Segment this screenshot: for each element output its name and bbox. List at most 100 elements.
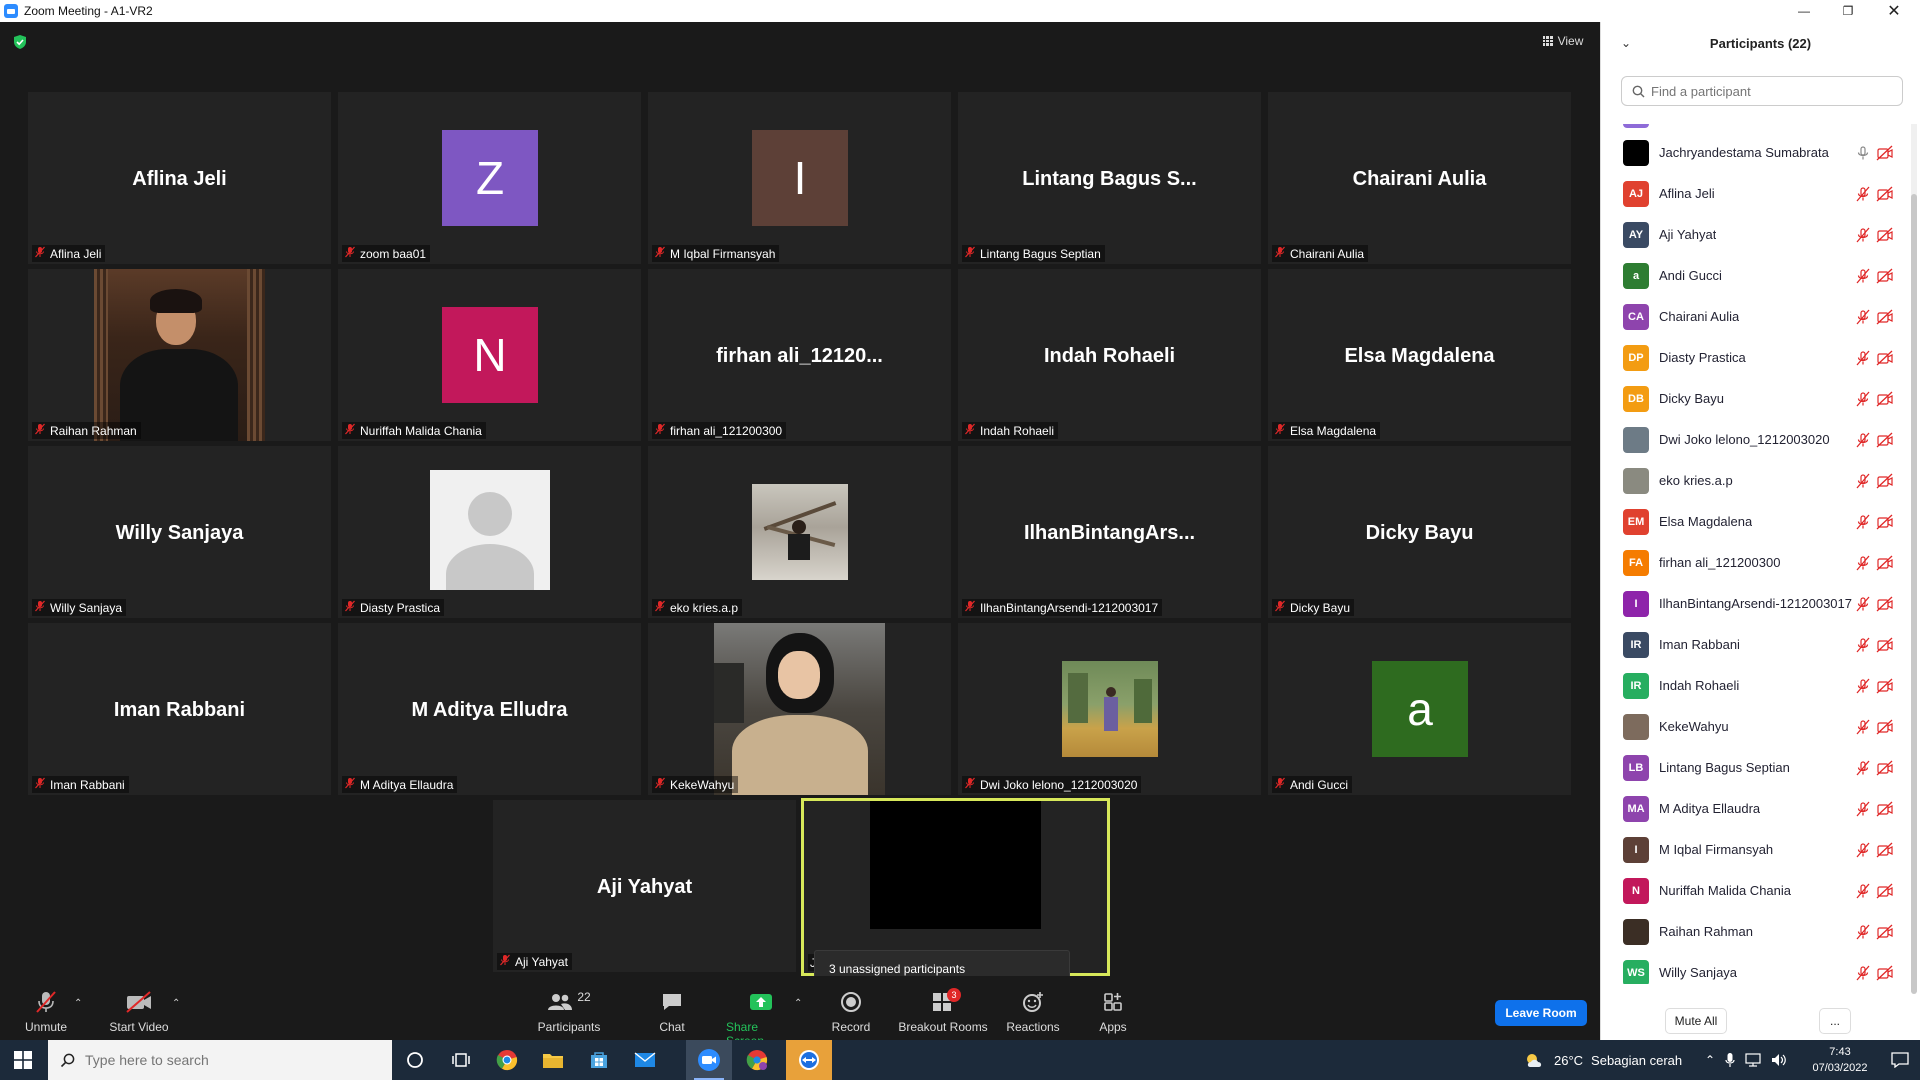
find-participant-field[interactable] [1621,76,1903,106]
audio-options-caret[interactable]: ⌃ [74,998,82,1009]
unmute-button[interactable]: Unmute [20,990,72,1034]
participant-list-scrollbar[interactable] [1911,124,1917,994]
mic-muted-icon[interactable] [1855,473,1871,489]
participant-tile[interactable]: Willy Sanjaya Willy Sanjaya [28,446,331,618]
participant-list-item[interactable]: N Nuriffah Malida Chania [1601,870,1909,911]
participant-list-item[interactable]: eko kries.a.p [1601,460,1909,501]
record-button[interactable]: Record [830,990,872,1034]
taskbar-search-box[interactable] [48,1040,392,1080]
mic-muted-icon[interactable] [1855,432,1871,448]
participant-tile[interactable]: KekeWahyu [648,623,951,795]
participant-list-item[interactable]: DB Dicky Bayu [1601,378,1909,419]
participant-list-item[interactable]: WS Willy Sanjaya [1601,952,1909,984]
video-off-icon[interactable] [1876,186,1894,202]
participant-list-item[interactable]: MA M Aditya Ellaudra [1601,788,1909,829]
video-off-icon[interactable] [1876,350,1894,366]
participant-list-item[interactable]: LB Lintang Bagus Septian [1601,747,1909,788]
participant-tile[interactable]: Elsa Magdalena Elsa Magdalena [1268,269,1571,441]
taskbar-mail[interactable] [622,1040,668,1080]
video-options-caret[interactable]: ⌃ [172,998,180,1009]
participant-list-item[interactable]: IR Iman Rabbani [1601,624,1909,665]
taskbar-store[interactable] [576,1040,622,1080]
participant-tile[interactable]: N Nuriffah Malida Chania [338,269,641,441]
participants-button[interactable]: 22 Participants [536,990,602,1034]
mic-muted-icon[interactable] [1855,719,1871,735]
mute-all-button[interactable]: Mute All [1665,1008,1727,1034]
participant-list-item[interactable]: EM Elsa Magdalena [1601,501,1909,542]
minimize-button[interactable]: — [1782,0,1826,22]
video-off-icon[interactable] [1876,637,1894,653]
mic-muted-icon[interactable] [1855,268,1871,284]
participant-list-item[interactable]: Raihan Rahman [1601,911,1909,952]
more-options-button[interactable]: ... [1819,1008,1851,1034]
video-off-icon[interactable] [1876,268,1894,284]
participant-tile[interactable]: Zzoom baa01 [338,92,641,264]
restore-button[interactable]: ❐ [1826,0,1870,22]
participant-tile[interactable]: eko kries.a.p [648,446,951,618]
video-off-icon[interactable] [1876,924,1894,940]
mic-muted-icon[interactable] [1855,883,1871,899]
leave-room-button[interactable]: Leave Room [1495,1000,1587,1026]
video-off-icon[interactable] [1876,473,1894,489]
start-video-button[interactable]: Start Video [106,990,172,1034]
participant-tile[interactable]: Lintang Bagus S... Lintang Bagus Septian [958,92,1261,264]
video-off-icon[interactable] [1876,883,1894,899]
mic-muted-icon[interactable] [1855,760,1871,776]
participant-list-item[interactable]: KekeWahyu [1601,706,1909,747]
taskbar-search-input[interactable] [85,1052,365,1068]
participant-tile[interactable]: firhan ali_12120... firhan ali_121200300 [648,269,951,441]
video-off-icon[interactable] [1876,842,1894,858]
participant-tile[interactable]: Raihan Rahman [28,269,331,441]
microphone-tray-icon[interactable] [1725,1052,1735,1068]
taskbar-chrome-profile[interactable] [734,1040,780,1080]
taskbar-file-explorer[interactable] [530,1040,576,1080]
mic-muted-icon[interactable] [1855,555,1871,571]
mic-muted-icon[interactable] [1855,514,1871,530]
participant-list-item[interactable]: FA firhan ali_121200300 [1601,542,1909,583]
video-off-icon[interactable] [1876,227,1894,243]
show-hidden-icons-icon[interactable]: ⌃ [1705,1053,1715,1067]
share-options-caret[interactable]: ⌃ [794,998,802,1009]
mic-muted-icon[interactable] [1855,965,1871,981]
participant-tile[interactable]: a Andi Gucci [1268,623,1571,795]
video-off-icon[interactable] [1876,514,1894,530]
video-off-icon[interactable] [1876,719,1894,735]
mic-muted-icon[interactable] [1855,309,1871,325]
mic-on-icon[interactable] [1855,145,1871,161]
participant-tile[interactable]: Indah Rohaeli Indah Rohaeli [958,269,1261,441]
participant-tile[interactable]: Diasty Prastica [338,446,641,618]
encryption-shield-icon[interactable] [12,34,28,50]
video-off-icon[interactable] [1876,965,1894,981]
reactions-button[interactable]: Reactions [1006,990,1060,1034]
video-off-icon[interactable] [1876,432,1894,448]
weather-widget[interactable]: 26°C Sebagian cerah [1524,1040,1682,1080]
taskbar-zoom[interactable] [686,1040,732,1080]
taskbar-clock[interactable]: 7:43 07/03/2022 [1808,1044,1872,1076]
participant-tile[interactable]: I M Iqbal Firmansyah [648,92,951,264]
participant-list-item[interactable]: a Andi Gucci [1601,255,1909,296]
chat-button[interactable]: Chat [654,990,690,1034]
video-off-icon[interactable] [1876,555,1894,571]
network-icon[interactable] [1745,1053,1761,1067]
close-window-button[interactable]: ✕ [1872,0,1916,22]
participant-list-item[interactable]: IR Indah Rohaeli [1601,665,1909,706]
participant-list-item[interactable]: AY Aji Yahyat [1601,214,1909,255]
mic-muted-icon[interactable] [1855,924,1871,940]
participant-list-item[interactable]: AJ Aflina Jeli [1601,173,1909,214]
mic-muted-icon[interactable] [1855,596,1871,612]
taskbar-teamviewer[interactable] [786,1040,832,1080]
notifications-button[interactable] [1880,1040,1920,1080]
participant-list-item[interactable]: Dwi Joko lelono_1212003020 [1601,419,1909,460]
mic-muted-icon[interactable] [1855,801,1871,817]
video-off-icon[interactable] [1876,145,1894,161]
participant-list-item[interactable]: I IlhanBintangArsendi-1212003017 [1601,583,1909,624]
participant-list-item[interactable]: DP Diasty Prastica [1601,337,1909,378]
mic-muted-icon[interactable] [1855,842,1871,858]
cortana-button[interactable] [392,1040,438,1080]
participant-tile[interactable]: Aji Yahyat Aji Yahyat [493,800,796,972]
start-button[interactable] [0,1040,46,1080]
video-off-icon[interactable] [1876,760,1894,776]
mic-muted-icon[interactable] [1855,391,1871,407]
participant-list-item[interactable]: CA Chairani Aulia [1601,296,1909,337]
apps-button[interactable]: Apps [1097,990,1129,1034]
